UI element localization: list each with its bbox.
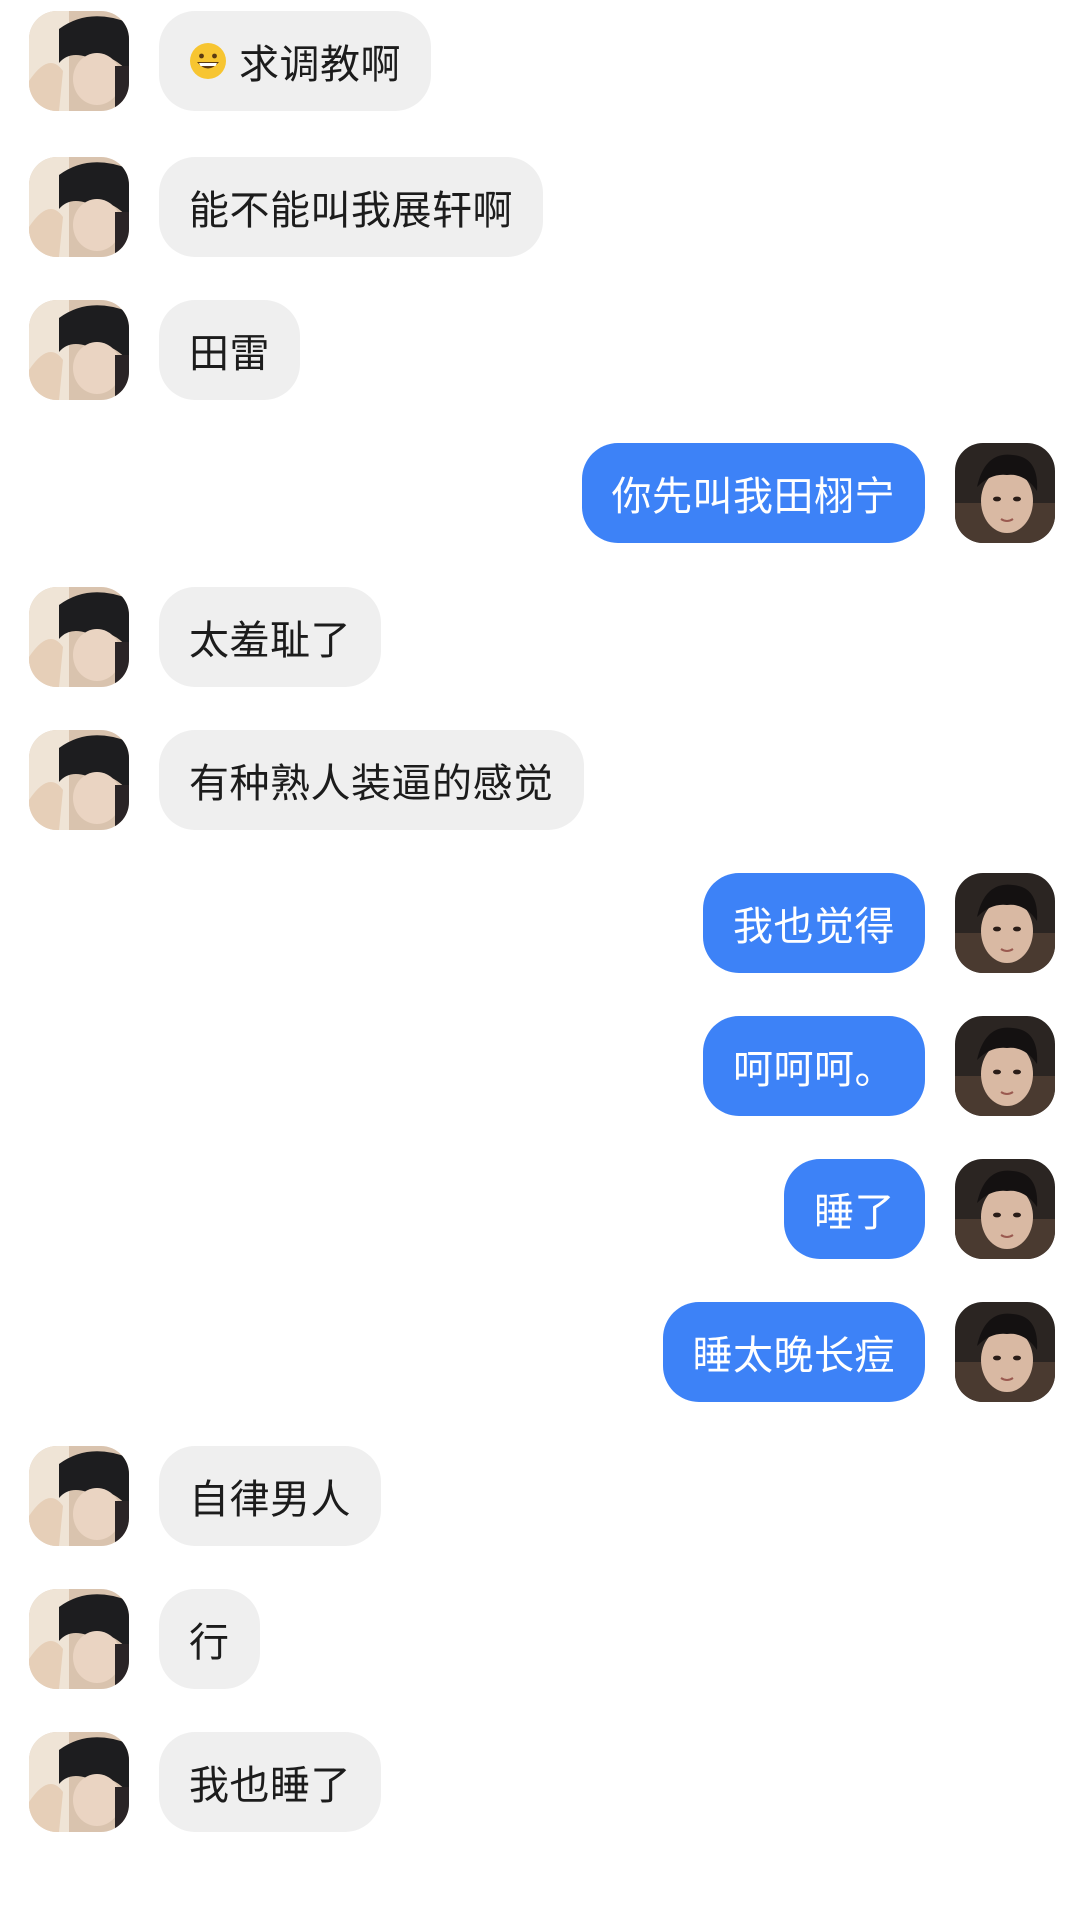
contact-avatar[interactable] <box>29 300 129 400</box>
user-avatar[interactable] <box>955 1016 1055 1116</box>
message-text: 行 <box>189 1620 230 1666</box>
message-row: 行 <box>0 1589 1080 1689</box>
user-avatar[interactable] <box>955 1302 1055 1402</box>
message-row: 睡太晚长痘 <box>0 1302 1080 1402</box>
grinning-face-icon <box>189 42 227 80</box>
user-avatar[interactable] <box>955 1159 1055 1259</box>
message-row: 你先叫我田栩宁 <box>0 443 1080 543</box>
message-bubble[interactable]: 我也觉得 <box>703 873 925 973</box>
message-row: 有种熟人装逼的感觉 <box>0 730 1080 830</box>
message-bubble[interactable]: 我也睡了 <box>159 1732 381 1832</box>
message-row: 自律男人 <box>0 1446 1080 1546</box>
message-bubble[interactable]: 行 <box>159 1589 260 1689</box>
contact-avatar[interactable] <box>29 11 129 111</box>
contact-avatar[interactable] <box>29 1589 129 1689</box>
message-row: 能不能叫我展轩啊 <box>0 157 1080 257</box>
message-text: 自律男人 <box>189 1477 351 1523</box>
message-row: 我也觉得 <box>0 873 1080 973</box>
message-text: 睡了 <box>814 1190 895 1236</box>
user-avatar[interactable] <box>955 873 1055 973</box>
message-bubble[interactable]: 能不能叫我展轩啊 <box>159 157 543 257</box>
message-row: 田雷 <box>0 300 1080 400</box>
user-avatar[interactable] <box>955 443 1055 543</box>
message-text: 你先叫我田栩宁 <box>611 474 895 520</box>
contact-avatar[interactable] <box>29 1732 129 1832</box>
message-text: 我也觉得 <box>733 904 895 950</box>
message-text: 能不能叫我展轩啊 <box>189 188 513 234</box>
message-bubble[interactable]: 你先叫我田栩宁 <box>581 443 925 543</box>
message-bubble[interactable]: 自律男人 <box>159 1446 381 1546</box>
message-bubble[interactable]: 睡了 <box>784 1159 925 1259</box>
message-row: 呵呵呵。 <box>0 1016 1080 1116</box>
message-text: 我也睡了 <box>189 1763 351 1809</box>
message-bubble[interactable]: 睡太晚长痘 <box>662 1302 925 1402</box>
message-row: 我也睡了 <box>0 1732 1080 1832</box>
message-text: 求调教啊 <box>239 42 401 88</box>
message-bubble[interactable]: 太羞耻了 <box>159 587 381 687</box>
message-row: 求调教啊 <box>0 11 1080 111</box>
message-text: 有种熟人装逼的感觉 <box>189 761 554 807</box>
message-row: 睡了 <box>0 1159 1080 1259</box>
message-bubble[interactable]: 呵呵呵。 <box>703 1016 925 1116</box>
message-bubble[interactable]: 田雷 <box>159 300 300 400</box>
message-text: 太羞耻了 <box>189 618 351 664</box>
contact-avatar[interactable] <box>29 587 129 687</box>
contact-avatar[interactable] <box>29 157 129 257</box>
message-text: 呵呵呵。 <box>733 1047 895 1093</box>
contact-avatar[interactable] <box>29 1446 129 1546</box>
message-row: 太羞耻了 <box>0 587 1080 687</box>
contact-avatar[interactable] <box>29 730 129 830</box>
message-bubble[interactable]: 有种熟人装逼的感觉 <box>159 730 584 830</box>
message-text: 田雷 <box>189 331 270 377</box>
message-text: 睡太晚长痘 <box>692 1333 895 1379</box>
message-bubble[interactable]: 求调教啊 <box>159 11 431 111</box>
